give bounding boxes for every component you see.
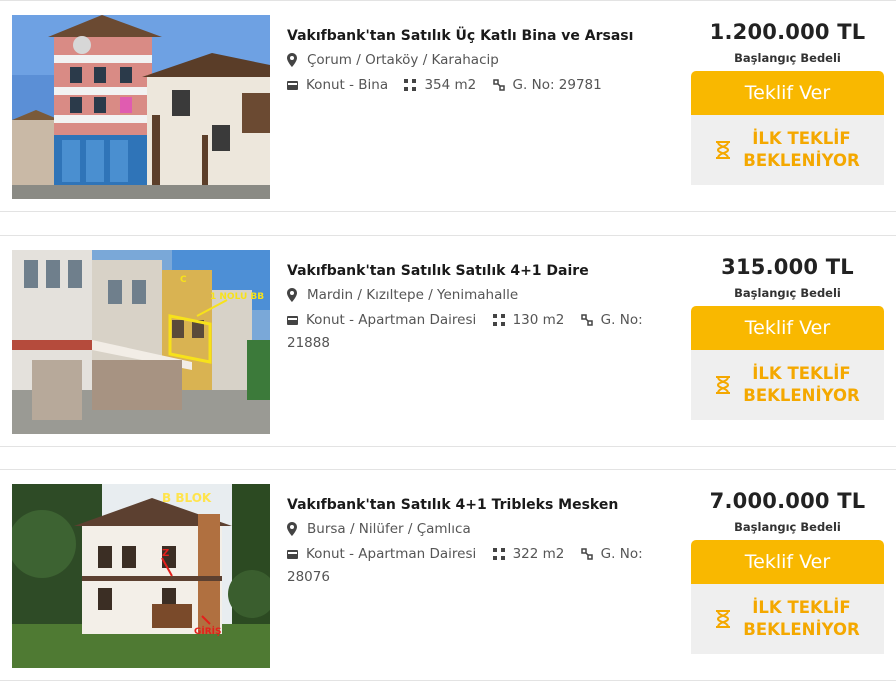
hourglass-icon [716, 376, 731, 394]
listing-price: 7.000.000 TL [709, 489, 866, 513]
map-pin-icon [287, 522, 297, 536]
building-icon [287, 549, 298, 559]
listing-meta: Konut - Apartman Dairesi 322 m2 G. No: 2… [287, 543, 667, 589]
parcel-icon [580, 548, 593, 560]
listing-title[interactable]: Vakıfbank'tan Satılık 4+1 Tribleks Meske… [287, 492, 667, 518]
status-waiting: İLK TEKLİF BEKLENİYOR [691, 115, 884, 185]
map-pin-icon [287, 288, 297, 302]
svg-text:C: C [180, 275, 187, 285]
listing-photo[interactable]: 1 NOLU BB C [12, 250, 270, 434]
building-icon [287, 315, 298, 325]
listing-area: 130 m2 [492, 312, 565, 328]
status-line-1: İLK TEKLİF [752, 364, 851, 383]
listing-type-text: Konut - Apartman Dairesi [306, 546, 477, 562]
listing-area: 322 m2 [492, 546, 565, 562]
price-label: Başlangıç Bedeli [734, 51, 841, 65]
listing-price: 315.000 TL [721, 255, 854, 279]
listing-card[interactable]: 1 NOLU BB C Vakıfbank'tan Satılık Satılı… [0, 235, 896, 447]
listing-area-text: 354 m2 [424, 77, 477, 93]
listing-photo-image: Z B BLOK GİRİŞ [12, 484, 270, 668]
location-text: Çorum / Ortaköy / Karahacip [307, 52, 499, 68]
listing-title[interactable]: Vakıfbank'tan Satılık Satılık 4+1 Daire [287, 258, 667, 284]
parcel-icon [492, 79, 505, 91]
listing-parcel: G. No: 29781 [492, 77, 602, 93]
listing-photo[interactable] [12, 15, 270, 199]
listing-area: 354 m2 [404, 77, 476, 93]
svg-text:1 NOLU BB: 1 NOLU BB [210, 292, 264, 302]
listing-photo-image: 1 NOLU BB C [12, 250, 270, 434]
listing-title[interactable]: Vakıfbank'tan Satılık Üç Katlı Bina ve A… [287, 23, 667, 49]
listing-parcel-text: G. No: 29781 [512, 77, 602, 93]
status-waiting: İLK TEKLİF BEKLENİYOR [691, 350, 884, 420]
area-icon [404, 79, 417, 91]
svg-text:B BLOK: B BLOK [162, 491, 212, 505]
listing-actions: 1.200.000 TL Başlangıç Bedeli Teklif Ver… [691, 15, 884, 185]
listing-card[interactable]: Z B BLOK GİRİŞ Vakıfbank'tan Satılık 4+1… [0, 469, 896, 681]
listing-card[interactable]: Vakıfbank'tan Satılık Üç Katlı Bina ve A… [0, 0, 896, 212]
listing-type: Konut - Bina [287, 77, 388, 93]
status-line-2: BEKLENİYOR [743, 620, 860, 639]
offer-button[interactable]: Teklif Ver [691, 540, 884, 584]
listing-type: Konut - Apartman Dairesi [287, 312, 476, 328]
status-line-2: BEKLENİYOR [743, 151, 860, 170]
location-text: Mardin / Kızıltepe / Yenimahalle [307, 287, 519, 303]
price-label: Başlangıç Bedeli [734, 286, 841, 300]
listing-actions: 7.000.000 TL Başlangıç Bedeli Teklif Ver… [691, 484, 884, 654]
listing-area-text: 130 m2 [512, 312, 565, 328]
listing-location: Mardin / Kızıltepe / Yenimahalle [287, 284, 667, 306]
building-icon [287, 80, 298, 90]
listing-type: Konut - Apartman Dairesi [287, 546, 476, 562]
listing-meta: Konut - Apartman Dairesi 130 m2 G. No: 2… [287, 309, 667, 355]
price-label: Başlangıç Bedeli [734, 520, 841, 534]
listing-type-text: Konut - Apartman Dairesi [306, 312, 477, 328]
location-text: Bursa / Nilüfer / Çamlıca [307, 521, 471, 537]
listing-info: Vakıfbank'tan Satılık Satılık 4+1 Daire … [287, 258, 667, 355]
offer-button[interactable]: Teklif Ver [691, 306, 884, 350]
hourglass-icon [716, 610, 731, 628]
area-icon [492, 548, 505, 560]
map-pin-icon [287, 53, 297, 67]
listing-photo[interactable]: Z B BLOK GİRİŞ [12, 484, 270, 668]
listing-info: Vakıfbank'tan Satılık Üç Katlı Bina ve A… [287, 23, 667, 97]
listing-location: Çorum / Ortaköy / Karahacip [287, 49, 667, 71]
listing-info: Vakıfbank'tan Satılık 4+1 Tribleks Meske… [287, 492, 667, 589]
area-icon [492, 314, 505, 326]
svg-text:Z: Z [162, 548, 169, 559]
svg-text:GİRİŞ: GİRİŞ [194, 626, 222, 637]
listing-location: Bursa / Nilüfer / Çamlıca [287, 518, 667, 540]
status-waiting: İLK TEKLİF BEKLENİYOR [691, 584, 884, 654]
status-line-1: İLK TEKLİF [752, 129, 851, 148]
listing-area-text: 322 m2 [512, 546, 565, 562]
listing-actions: 315.000 TL Başlangıç Bedeli Teklif Ver İ… [691, 250, 884, 420]
parcel-icon [580, 314, 593, 326]
status-line-1: İLK TEKLİF [752, 598, 851, 617]
status-line-2: BEKLENİYOR [743, 386, 860, 405]
listing-photo-image [12, 15, 270, 199]
listing-price: 1.200.000 TL [709, 20, 866, 44]
listing-type-text: Konut - Bina [306, 77, 389, 93]
hourglass-icon [716, 141, 731, 159]
listing-meta: Konut - Bina 354 m2 G. No: 29781 [287, 74, 667, 97]
offer-button[interactable]: Teklif Ver [691, 71, 884, 115]
